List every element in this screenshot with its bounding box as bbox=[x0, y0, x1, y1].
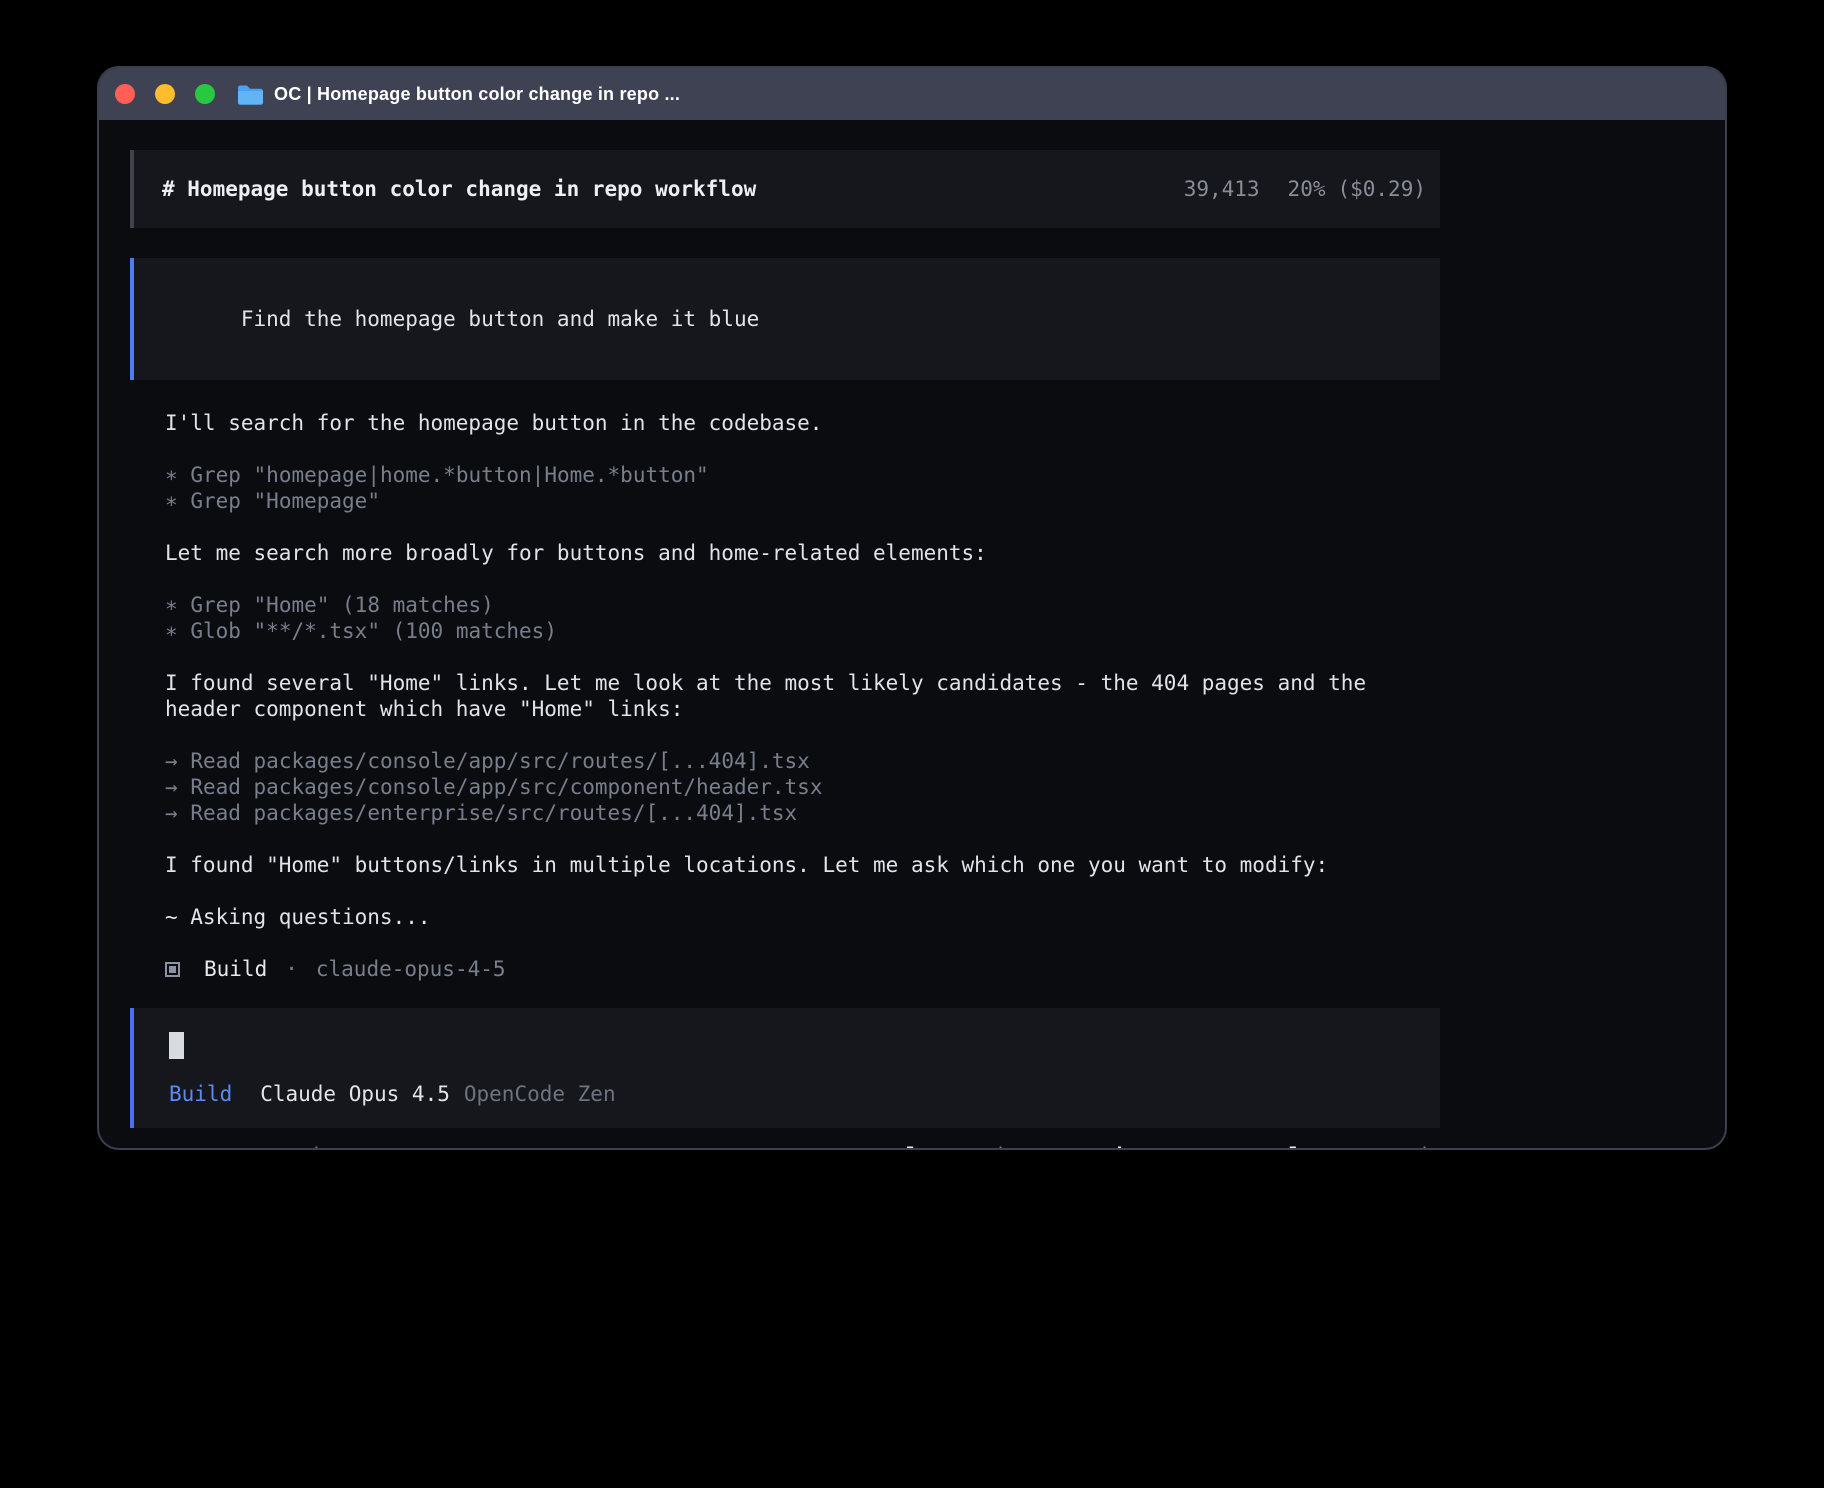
context-percent: 20% bbox=[1288, 177, 1326, 201]
traffic-lights bbox=[115, 84, 215, 104]
arrow-right-icon: → bbox=[165, 749, 178, 773]
terminal-window: OC | Homepage button color change in rep… bbox=[99, 68, 1725, 1148]
tool-asterisk-icon: ∗ bbox=[165, 593, 178, 617]
tool-call-text: Read packages/console/app/src/component/… bbox=[190, 775, 822, 799]
zoom-button[interactable] bbox=[195, 84, 215, 104]
statusbar-left: ········ esc interrupt bbox=[130, 1144, 424, 1148]
prompt-input[interactable]: Build Claude Opus 4.5 OpenCode Zen bbox=[130, 1008, 1440, 1128]
titlebar[interactable]: OC | Homepage button color change in rep… bbox=[99, 68, 1725, 120]
shortcut-key: ctrl+t bbox=[868, 1144, 944, 1148]
agent-model: claude-opus-4-5 bbox=[316, 956, 506, 982]
assistant-paragraph: I found "Home" buttons/links in multiple… bbox=[165, 852, 1440, 878]
tool-call-group: ∗ Grep "homepage|home.*button|Home.*butt… bbox=[165, 462, 1440, 514]
session-title: # Homepage button color change in repo w… bbox=[162, 177, 756, 201]
tool-call-text: Grep "homepage|home.*button|Home.*button… bbox=[190, 463, 708, 487]
window-title: OC | Homepage button color change in rep… bbox=[274, 84, 680, 105]
shortcut-label: commands bbox=[1339, 1144, 1440, 1148]
tool-call-group: ∗ Grep "Home" (18 matches) ∗ Glob "**/*.… bbox=[165, 592, 1440, 644]
tool-call-text: Read packages/console/app/src/routes/[..… bbox=[190, 749, 810, 773]
model-name: Claude Opus 4.5 bbox=[260, 1082, 450, 1106]
terminal-content: # Homepage button color change in repo w… bbox=[99, 120, 1725, 1148]
status-bar: ········ esc interrupt ctrl+t variants t… bbox=[130, 1144, 1440, 1148]
shortcut-label: variants bbox=[956, 1144, 1057, 1148]
tool-call-read: → Read packages/console/app/src/routes/[… bbox=[165, 748, 1440, 774]
tool-call-text: Grep "Homepage" bbox=[190, 489, 380, 513]
assistant-messages: I'll search for the homepage button in t… bbox=[130, 410, 1440, 982]
shortcut-commands: ctrl+p commands bbox=[1251, 1144, 1440, 1148]
esc-label: interrupt bbox=[310, 1144, 424, 1148]
arrow-right-icon: → bbox=[165, 801, 178, 825]
provider-name: OpenCode Zen bbox=[464, 1082, 616, 1106]
spinner-dots: ········ bbox=[130, 1144, 234, 1148]
assistant-paragraph: I found several "Home" links. Let me loo… bbox=[165, 670, 1440, 722]
shortcut-agents: tab agents bbox=[1091, 1144, 1217, 1148]
agent-name: Build bbox=[204, 956, 267, 982]
assistant-paragraph: I'll search for the homepage button in t… bbox=[165, 410, 1440, 436]
tool-call-read: → Read packages/console/app/src/componen… bbox=[165, 774, 1440, 800]
session-stats: 39,413 20% ($0.29) bbox=[1184, 177, 1426, 201]
shortcut-key: tab bbox=[1091, 1144, 1129, 1148]
user-message: Find the homepage button and make it blu… bbox=[130, 258, 1440, 380]
close-button[interactable] bbox=[115, 84, 135, 104]
tool-call-group: → Read packages/console/app/src/routes/[… bbox=[165, 748, 1440, 826]
statusbar-right: ctrl+t variants tab agents ctrl+p comman… bbox=[868, 1144, 1440, 1148]
arrow-right-icon: → bbox=[165, 775, 178, 799]
tool-asterisk-icon: ∗ bbox=[165, 463, 178, 487]
tool-call-text: Glob "**/*.tsx" (100 matches) bbox=[190, 619, 557, 643]
shortcut-label: agents bbox=[1141, 1144, 1217, 1148]
assistant-paragraph: Let me search more broadly for buttons a… bbox=[165, 540, 1440, 566]
text-cursor bbox=[169, 1032, 184, 1059]
minimize-button[interactable] bbox=[155, 84, 175, 104]
user-message-text: Find the homepage button and make it blu… bbox=[241, 307, 759, 331]
tool-call-grep: ∗ Grep "Homepage" bbox=[165, 488, 1440, 514]
window-title-group: OC | Homepage button color change in rep… bbox=[237, 84, 680, 105]
tool-call-text: Read packages/enterprise/src/routes/[...… bbox=[190, 801, 797, 825]
shortcut-key: ctrl+p bbox=[1251, 1144, 1327, 1148]
agent-status: Build · claude-opus-4-5 bbox=[165, 956, 1440, 982]
mode-badge: Build bbox=[169, 1082, 232, 1106]
tool-call-text: Grep "Home" (18 matches) bbox=[190, 593, 493, 617]
esc-key: esc bbox=[260, 1144, 298, 1148]
folder-icon bbox=[237, 84, 263, 105]
separator-dot: · bbox=[285, 956, 298, 982]
status-line: ~ Asking questions... bbox=[165, 904, 1440, 930]
tool-call-grep: ∗ Grep "Home" (18 matches) bbox=[165, 592, 1440, 618]
agent-square-icon bbox=[165, 962, 180, 977]
tool-call-read: → Read packages/enterprise/src/routes/[.… bbox=[165, 800, 1440, 826]
tool-call-grep: ∗ Grep "homepage|home.*button|Home.*butt… bbox=[165, 462, 1440, 488]
token-count: 39,413 bbox=[1184, 177, 1260, 201]
tool-call-glob: ∗ Glob "**/*.tsx" (100 matches) bbox=[165, 618, 1440, 644]
input-meta: Build Claude Opus 4.5 OpenCode Zen bbox=[169, 1082, 1412, 1106]
session-cost: ($0.29) bbox=[1337, 177, 1426, 201]
shortcut-variants: ctrl+t variants bbox=[868, 1144, 1057, 1148]
tool-asterisk-icon: ∗ bbox=[165, 489, 178, 513]
session-header: # Homepage button color change in repo w… bbox=[130, 150, 1440, 228]
tool-asterisk-icon: ∗ bbox=[165, 619, 178, 643]
